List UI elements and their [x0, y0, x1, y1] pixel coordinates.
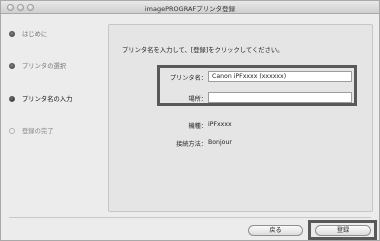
location-input[interactable] — [208, 92, 352, 103]
step-label: 登録の完了 — [22, 128, 54, 135]
step-item-enter-name: プリンタ名の入力 — [9, 94, 72, 103]
step-item-intro: はじめに — [9, 29, 47, 38]
step-label: プリンタの選択 — [22, 63, 67, 70]
step-pending-icon — [9, 127, 15, 134]
model-value: iPFxxxx — [208, 121, 232, 128]
step-complete-icon — [9, 30, 15, 37]
step-complete-icon — [9, 62, 15, 69]
registration-window: imagePROGRAFプリンタ登録 はじめに プリンタの選択 プリンタ名の入力… — [0, 0, 380, 241]
step-item-complete: 登録の完了 — [9, 126, 53, 135]
footer-divider — [9, 217, 371, 218]
step-item-select-printer: プリンタの選択 — [9, 61, 66, 70]
title-bar: imagePROGRAFプリンタ登録 — [1, 1, 379, 14]
connection-value: Bonjour — [208, 139, 232, 146]
window-title: imagePROGRAFプリンタ登録 — [144, 5, 236, 13]
step-current-icon — [9, 95, 15, 102]
step-label: プリンタ名の入力 — [22, 96, 73, 103]
step-label: はじめに — [22, 31, 48, 38]
connection-label: 接続方法： — [176, 141, 207, 148]
main-panel: プリンタ名を入力して、[登録]をクリックしてください。 プリンタ名： Canon… — [108, 24, 373, 212]
back-button[interactable]: 戻る — [248, 225, 303, 236]
printer-name-input[interactable]: Canon iPFxxxx (xxxxxx) — [208, 71, 352, 82]
location-label: 場所： — [188, 96, 207, 103]
printer-name-label: プリンタ名： — [169, 75, 207, 82]
register-button[interactable]: 登録 — [315, 225, 371, 236]
model-label: 機種： — [188, 123, 207, 130]
instruction-text: プリンタ名を入力して、[登録]をクリックしてください。 — [122, 47, 284, 54]
